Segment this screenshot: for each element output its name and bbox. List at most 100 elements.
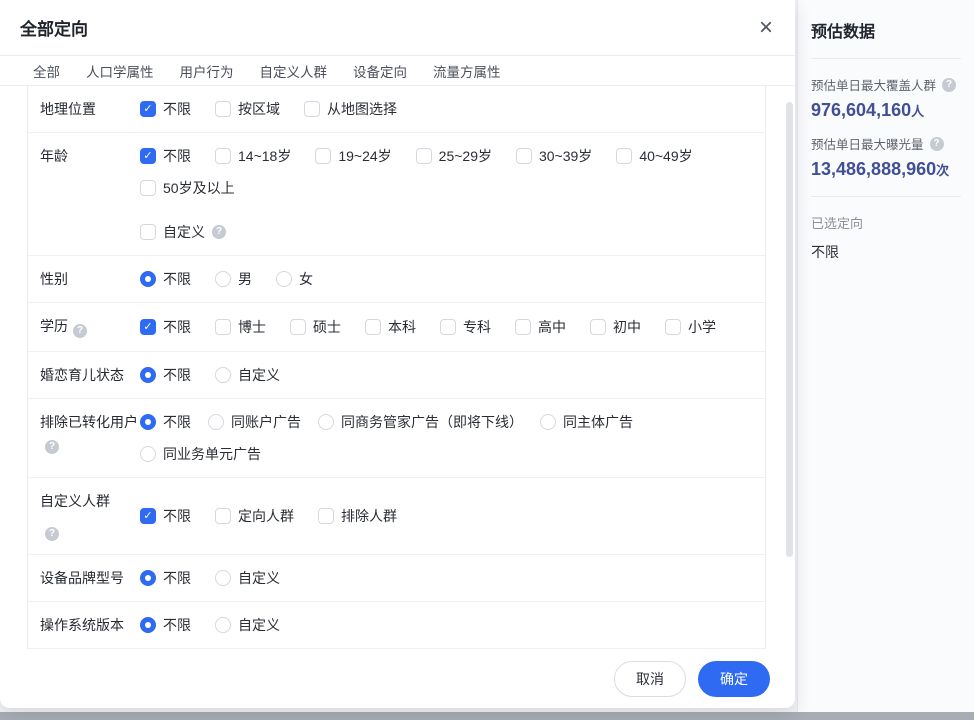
radio-icon[interactable]	[318, 414, 334, 430]
estimate-panel-title: 预估数据	[811, 18, 961, 42]
tab-2[interactable]: 用户行为	[180, 61, 234, 81]
modal-body: 地理位置✓不限按区域从地图选择年龄✓不限14~18岁19~24岁25~29岁30…	[0, 86, 795, 649]
option-checkbox[interactable]: ✓ 不限	[140, 506, 191, 526]
checkbox-icon[interactable]	[215, 101, 231, 117]
option-checkbox[interactable]: 排除人群	[318, 506, 397, 526]
option-radio[interactable]: 不限	[140, 615, 191, 635]
checkbox-icon[interactable]	[416, 148, 432, 164]
metric-number: 976,604,160	[811, 100, 911, 120]
radio-icon[interactable]	[208, 414, 224, 430]
checkbox-checked-icon[interactable]: ✓	[140, 148, 156, 164]
option-label: 男	[238, 269, 252, 289]
option-radio[interactable]: 自定义	[215, 615, 280, 635]
radio-selected-icon[interactable]	[140, 367, 156, 383]
radio-icon[interactable]	[215, 570, 231, 586]
option-checkbox[interactable]: 从地图选择	[304, 99, 397, 119]
option-checkbox[interactable]: ✓不限	[140, 146, 191, 166]
checkbox-icon[interactable]	[440, 319, 456, 335]
option-checkbox[interactable]: 30~39岁	[516, 146, 592, 166]
option-radio[interactable]: 同账户广告	[208, 412, 301, 432]
option-checkbox[interactable]: 硕士	[290, 317, 341, 337]
tab-1[interactable]: 人口学属性	[86, 61, 154, 81]
option-checkbox[interactable]: 按区域	[215, 99, 280, 119]
checkbox-checked-icon[interactable]: ✓	[140, 319, 156, 335]
checkbox-checked-icon[interactable]: ✓	[140, 508, 156, 524]
option-checkbox[interactable]: 25~29岁	[416, 146, 492, 166]
metric-number: 13,486,888,960	[811, 159, 936, 179]
radio-selected-icon[interactable]	[140, 570, 156, 586]
option-checkbox[interactable]: 小学	[665, 317, 716, 337]
radio-selected-icon[interactable]	[140, 617, 156, 633]
radio-icon[interactable]	[215, 367, 231, 383]
option-checkbox[interactable]: 14~18岁	[215, 146, 291, 166]
option-radio[interactable]: 同主体广告	[540, 412, 633, 432]
estimate-metric: 预估单日最大曝光量?13,486,888,960次	[811, 134, 961, 180]
tab-5[interactable]: 流量方属性	[433, 61, 501, 81]
metric-value: 976,604,160人	[811, 100, 961, 121]
option-label: 不限	[163, 317, 191, 337]
option-label: 不限	[163, 506, 191, 526]
option-checkbox[interactable]: 50岁及以上	[140, 178, 235, 198]
option-radio[interactable]: 不限	[140, 568, 191, 588]
checkbox-icon[interactable]	[315, 148, 331, 164]
targeting-row: 操作系统版本不限自定义	[28, 602, 765, 649]
option-checkbox[interactable]: 初中	[590, 317, 641, 337]
checkbox-icon[interactable]	[140, 180, 156, 196]
radio-selected-icon[interactable]	[140, 414, 156, 430]
checkbox-icon[interactable]	[365, 319, 381, 335]
option-radio[interactable]: 自定义	[215, 365, 280, 385]
cancel-button[interactable]: 取消	[614, 661, 686, 697]
tab-3[interactable]: 自定义人群	[260, 61, 328, 81]
checkbox-icon[interactable]	[515, 319, 531, 335]
estimate-metrics: 预估单日最大覆盖人群?976,604,160人预估单日最大曝光量?13,486,…	[811, 75, 961, 180]
divider	[811, 196, 961, 197]
option-checkbox[interactable]: 专科	[440, 317, 491, 337]
confirm-button[interactable]: 确定	[698, 661, 770, 697]
option-checkbox[interactable]: 博士	[215, 317, 266, 337]
option-checkbox[interactable]: ✓不限	[140, 99, 191, 119]
checkbox-icon[interactable]	[304, 101, 320, 117]
option-checkbox[interactable]: ✓ 不限	[140, 317, 191, 337]
option-radio[interactable]: 女	[276, 269, 313, 289]
radio-icon[interactable]	[215, 617, 231, 633]
option-checkbox[interactable]: 自定义?	[140, 222, 226, 242]
checkbox-icon[interactable]	[215, 148, 231, 164]
option-radio[interactable]: 同业务单元广告	[140, 444, 261, 464]
checkbox-icon[interactable]	[665, 319, 681, 335]
checkbox-icon[interactable]	[290, 319, 306, 335]
radio-selected-icon[interactable]	[140, 271, 156, 287]
close-icon[interactable]: ×	[757, 16, 775, 40]
checkbox-icon[interactable]	[215, 319, 231, 335]
tab-4[interactable]: 设备定向	[353, 61, 407, 81]
option-radio[interactable]: 不限	[140, 412, 191, 432]
checkbox-icon[interactable]	[616, 148, 632, 164]
radio-icon[interactable]	[276, 271, 292, 287]
checkbox-icon[interactable]	[215, 508, 231, 524]
modal-header: 全部定向 ×	[0, 0, 795, 56]
question-circle-icon: ?	[942, 78, 956, 92]
option-radio[interactable]: 男	[215, 269, 252, 289]
checkbox-icon[interactable]	[516, 148, 532, 164]
option-checkbox[interactable]: 40~49岁	[616, 146, 692, 166]
targeting-row: 排除已转化用户?不限同账户广告同商务管家广告（即将下线）同主体广告同业务单元广告	[28, 399, 765, 478]
checkbox-icon[interactable]	[140, 224, 156, 240]
option-radio[interactable]: 自定义	[215, 568, 280, 588]
checkbox-checked-icon[interactable]: ✓	[140, 101, 156, 117]
option-radio[interactable]: 不限	[140, 269, 191, 289]
scrollbar-thumb[interactable]	[786, 102, 793, 557]
option-radio[interactable]: 同商务管家广告（即将下线）	[318, 412, 523, 432]
option-label: 50岁及以上	[163, 178, 235, 198]
radio-icon[interactable]	[540, 414, 556, 430]
option-radio[interactable]: 不限	[140, 365, 191, 385]
option-checkbox[interactable]: 高中	[515, 317, 566, 337]
radio-icon[interactable]	[140, 446, 156, 462]
checkbox-icon[interactable]	[318, 508, 334, 524]
option-checkbox[interactable]: 定向人群	[215, 506, 294, 526]
checkbox-icon[interactable]	[590, 319, 606, 335]
tab-0[interactable]: 全部	[33, 61, 60, 81]
option-checkbox[interactable]: 19~24岁	[315, 146, 391, 166]
radio-icon[interactable]	[215, 271, 231, 287]
option-checkbox[interactable]: 本科	[365, 317, 416, 337]
option-label: 自定义	[238, 365, 280, 385]
metric-unit: 次	[936, 163, 949, 178]
